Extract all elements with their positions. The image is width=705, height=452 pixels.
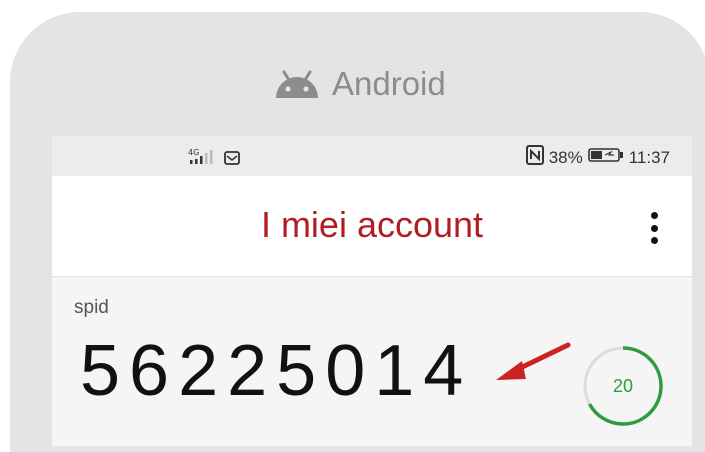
- countdown-timer: 20: [580, 343, 666, 429]
- arrow-annotation-icon: [492, 339, 574, 394]
- clock: 11:37: [628, 147, 670, 167]
- network-type: 4G: [188, 148, 199, 157]
- status-bar: 4G 38% 11:37: [52, 136, 692, 176]
- account-name: spid: [74, 297, 109, 318]
- page-title: I miei account: [260, 204, 484, 245]
- otp-code: 56225014: [80, 331, 473, 411]
- account-card[interactable]: spid 56225014 20: [52, 277, 692, 446]
- menu-dot: [650, 212, 658, 219]
- nfc-icon: [525, 145, 544, 170]
- status-bar-right: 38% 11:37: [525, 145, 670, 170]
- battery-icon: [587, 147, 624, 168]
- app-bar: I miei account: [52, 176, 692, 277]
- message-icon: [224, 150, 240, 170]
- status-bar-left: 4G: [188, 147, 240, 172]
- android-robot-icon: [272, 68, 322, 100]
- device-label: Android: [272, 64, 446, 104]
- more-vert-icon[interactable]: [642, 208, 666, 248]
- signal-icon: 4G: [188, 147, 218, 172]
- timer-seconds: 20: [612, 376, 634, 396]
- phone-screen: 4G 38% 11:37 I miei account spid 5622501…: [52, 136, 692, 446]
- menu-dot: [650, 224, 658, 232]
- menu-dot: [650, 237, 658, 244]
- phone-frame: Android 4G 38% 11:37 I miei account spid…: [10, 12, 705, 452]
- device-label-text: Android: [332, 65, 446, 102]
- battery-percent: 38%: [548, 147, 583, 167]
